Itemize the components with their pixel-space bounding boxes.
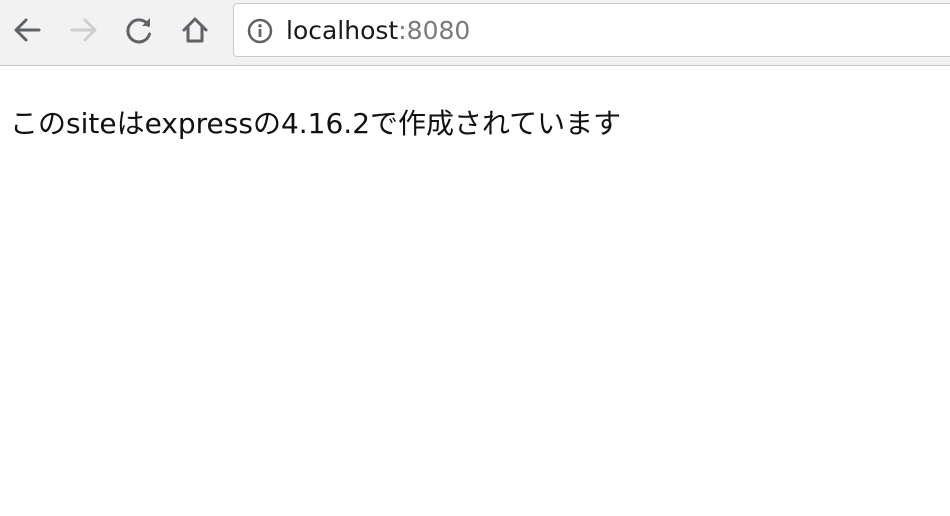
browser-toolbar: localhost:8080 [0,0,950,66]
reload-icon [126,18,151,44]
address-bar[interactable]: localhost:8080 [233,3,950,57]
home-button[interactable] [177,12,213,48]
page-message: このsiteはexpressの4.16.2で作成されています [10,107,622,140]
forward-button[interactable] [66,12,102,48]
reload-button[interactable] [121,12,157,48]
info-icon[interactable] [247,18,273,44]
back-button[interactable] [9,12,45,48]
url-host: localhost [286,16,399,45]
url-text[interactable]: localhost:8080 [286,16,470,46]
url-port: :8080 [398,16,471,45]
arrow-right-icon [70,18,97,42]
arrow-left-icon [14,18,41,42]
home-icon [182,17,208,43]
